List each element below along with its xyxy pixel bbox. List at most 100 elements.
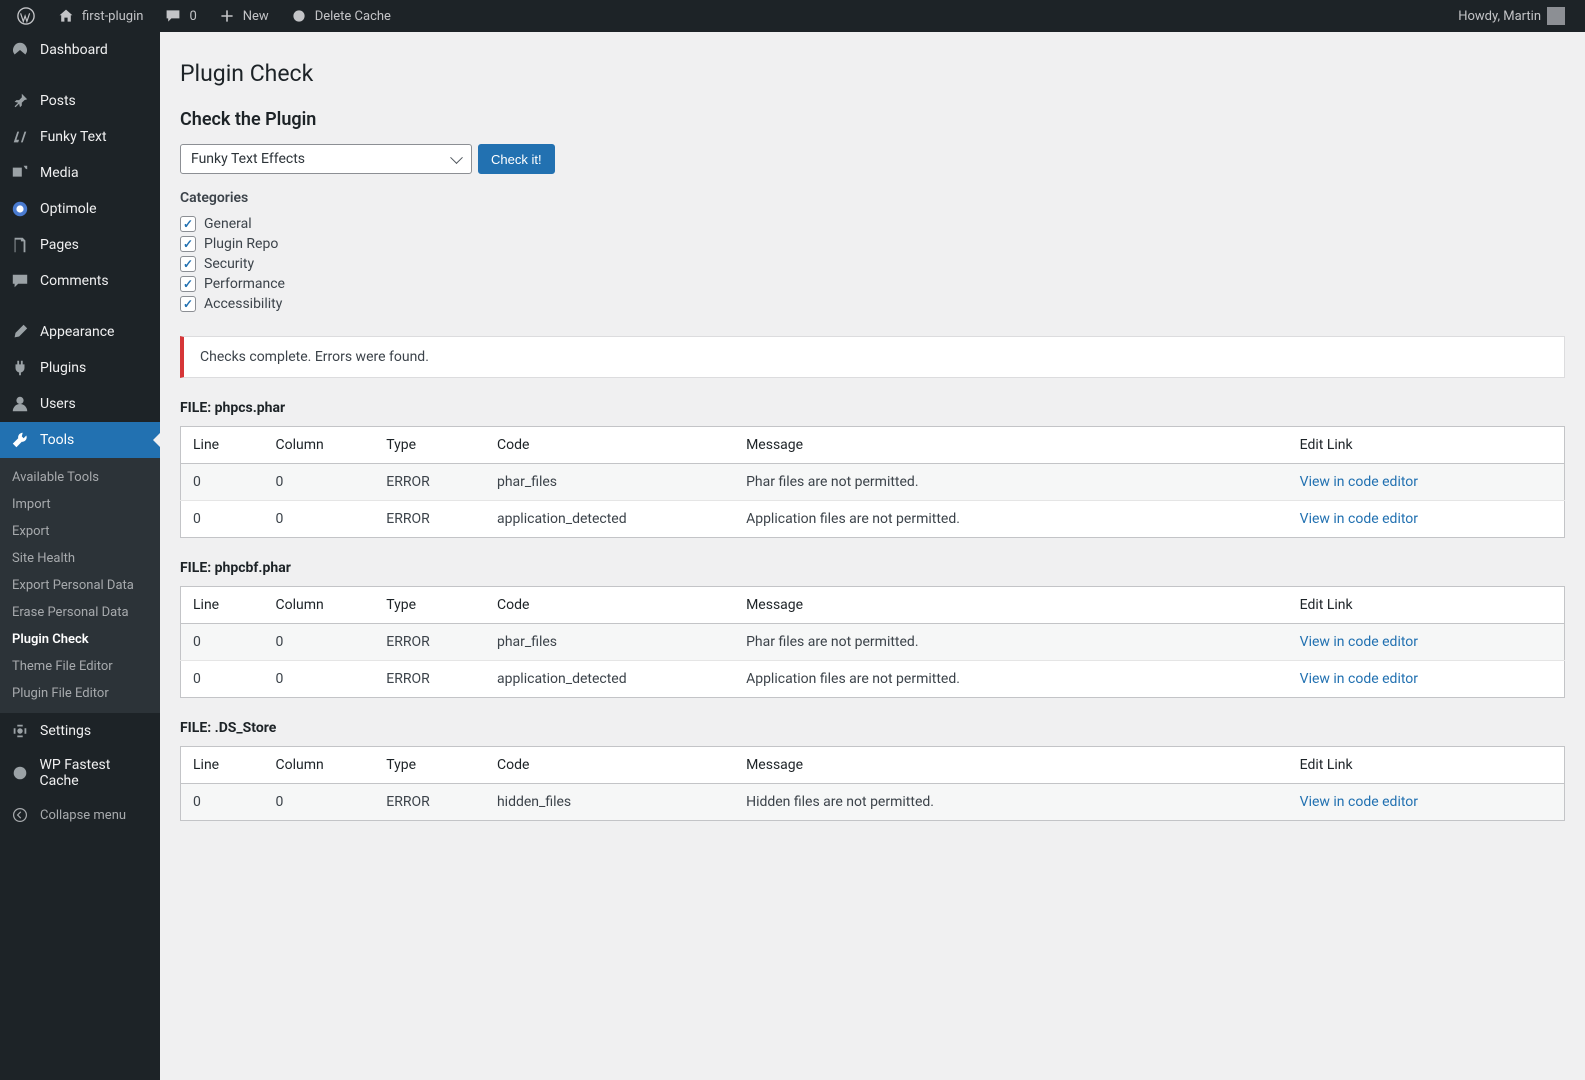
sidebar-item-plugins[interactable]: Plugins: [0, 350, 160, 386]
checkbox-label: Security: [204, 256, 254, 272]
cell-column: 0: [264, 661, 375, 698]
plug-icon: [10, 358, 30, 378]
comments-menu[interactable]: 0: [155, 0, 204, 32]
cell-line: 0: [181, 624, 264, 661]
admin-sidebar: Dashboard PostsFunky Text Media OptimolePag…: [0, 32, 160, 1080]
site-name-menu[interactable]: first-plugin: [48, 0, 151, 32]
dashboard-icon: [10, 40, 30, 60]
optimole-icon: [10, 199, 30, 219]
view-in-editor-link[interactable]: View in code editor: [1300, 794, 1418, 810]
cell-line: 0: [181, 784, 264, 821]
cell-editlink: View in code editor: [1288, 464, 1565, 501]
sidebar-item-optimole[interactable]: Optimole: [0, 191, 160, 227]
cell-type: ERROR: [374, 661, 485, 698]
sidebar-item-tools[interactable]: Tools: [0, 422, 160, 458]
avatar: [1547, 7, 1565, 25]
checkbox-label: Performance: [204, 276, 285, 292]
view-in-editor-link[interactable]: View in code editor: [1300, 511, 1418, 527]
sidebar-item-media[interactable]: Media: [0, 155, 160, 191]
user-icon: [10, 394, 30, 414]
cell-message: Application files are not permitted.: [734, 501, 1288, 538]
cell-message: Phar files are not permitted.: [734, 464, 1288, 501]
sidebar-item-label: Media: [40, 165, 79, 181]
sidebar-item-users[interactable]: Users: [0, 386, 160, 422]
sidebar-item-comments[interactable]: Comments: [0, 263, 160, 299]
plus-icon: [217, 6, 237, 26]
submenu-item-available-tools[interactable]: Available Tools: [0, 464, 160, 491]
cell-message: Application files are not permitted.: [734, 661, 1288, 698]
cell-message: Hidden files are not permitted.: [734, 784, 1288, 821]
admin-bar: first-plugin 0 New Delete Cache Howdy, M…: [0, 0, 1585, 32]
sidebar-item-posts[interactable]: Posts: [0, 83, 160, 119]
plugin-select[interactable]: Funky Text Effects: [180, 144, 472, 174]
th-code: Code: [485, 587, 734, 624]
cell-editlink: View in code editor: [1288, 784, 1565, 821]
submenu-item-import[interactable]: Import: [0, 491, 160, 518]
cell-column: 0: [264, 464, 375, 501]
cell-code: phar_files: [485, 464, 734, 501]
comments-count: 0: [189, 9, 196, 24]
cell-editlink: View in code editor: [1288, 501, 1565, 538]
checkbox-performance[interactable]: [180, 276, 196, 292]
th-line: Line: [181, 427, 264, 464]
submenu-item-site-health[interactable]: Site Health: [0, 545, 160, 572]
view-in-editor-link[interactable]: View in code editor: [1300, 474, 1418, 490]
sidebar-item-label: Comments: [40, 273, 109, 289]
submenu-item-plugin-file-editor[interactable]: Plugin File Editor: [0, 680, 160, 707]
check-it-button[interactable]: Check it!: [478, 144, 555, 174]
th-column: Column: [264, 747, 375, 784]
checkbox-accessibility[interactable]: [180, 296, 196, 312]
plugin-select-value: Funky Text Effects: [191, 151, 305, 167]
delete-cache-menu[interactable]: Delete Cache: [281, 0, 399, 32]
sidebar-item-label: Plugins: [40, 360, 86, 376]
th-type: Type: [374, 587, 485, 624]
view-in-editor-link[interactable]: View in code editor: [1300, 634, 1418, 650]
new-label: New: [243, 9, 269, 24]
cell-column: 0: [264, 624, 375, 661]
cell-type: ERROR: [374, 501, 485, 538]
cell-type: ERROR: [374, 464, 485, 501]
cell-line: 0: [181, 501, 264, 538]
checkbox-security[interactable]: [180, 256, 196, 272]
sidebar-item-label: Dashboard: [40, 42, 108, 58]
submenu-item-export-personal-data[interactable]: Export Personal Data: [0, 572, 160, 599]
sidebar-item-wp-fastest-cache[interactable]: WP Fastest Cache: [0, 749, 160, 797]
checkbox-plugin-repo[interactable]: [180, 236, 196, 252]
view-in-editor-link[interactable]: View in code editor: [1300, 671, 1418, 687]
sidebar-item-appearance[interactable]: Appearance: [0, 314, 160, 350]
sidebar-item-dashboard[interactable]: Dashboard: [0, 32, 160, 68]
wp-logo-menu[interactable]: [8, 0, 44, 32]
page-icon: [10, 235, 30, 255]
checkbox-general[interactable]: [180, 216, 196, 232]
wrench-icon: [10, 430, 30, 450]
collapse-menu[interactable]: Collapse menu: [0, 797, 160, 833]
howdy-user[interactable]: Howdy, Martin: [1450, 0, 1573, 32]
sidebar-item-funky-text[interactable]: Funky Text: [0, 119, 160, 155]
cell-code: application_detected: [485, 501, 734, 538]
table-row: 00ERRORphar_filesPhar files are not perm…: [181, 464, 1565, 501]
page-content: Plugin Check Check the Plugin Funky Text…: [160, 32, 1585, 1080]
new-content-menu[interactable]: New: [209, 0, 277, 32]
th-editlink: Edit Link: [1288, 747, 1565, 784]
cell-message: Phar files are not permitted.: [734, 624, 1288, 661]
sidebar-item-settings[interactable]: Settings: [0, 713, 160, 749]
notice-text: Checks complete. Errors were found.: [200, 349, 429, 365]
collapse-label: Collapse menu: [40, 808, 126, 823]
comment-icon: [163, 6, 183, 26]
submenu-item-plugin-check[interactable]: Plugin Check: [0, 626, 160, 653]
table-row: 00ERRORapplication_detectedApplication f…: [181, 661, 1565, 698]
submenu-item-export[interactable]: Export: [0, 518, 160, 545]
th-code: Code: [485, 747, 734, 784]
th-editlink: Edit Link: [1288, 427, 1565, 464]
submenu-item-theme-file-editor[interactable]: Theme File Editor: [0, 653, 160, 680]
th-editlink: Edit Link: [1288, 587, 1565, 624]
cheetah-icon: [289, 6, 309, 26]
collapse-icon: [10, 805, 30, 825]
comment-icon: [10, 271, 30, 291]
sidebar-item-pages[interactable]: Pages: [0, 227, 160, 263]
submenu-item-erase-personal-data[interactable]: Erase Personal Data: [0, 599, 160, 626]
th-message: Message: [734, 747, 1288, 784]
th-line: Line: [181, 747, 264, 784]
th-column: Column: [264, 587, 375, 624]
wordpress-icon: [16, 6, 36, 26]
